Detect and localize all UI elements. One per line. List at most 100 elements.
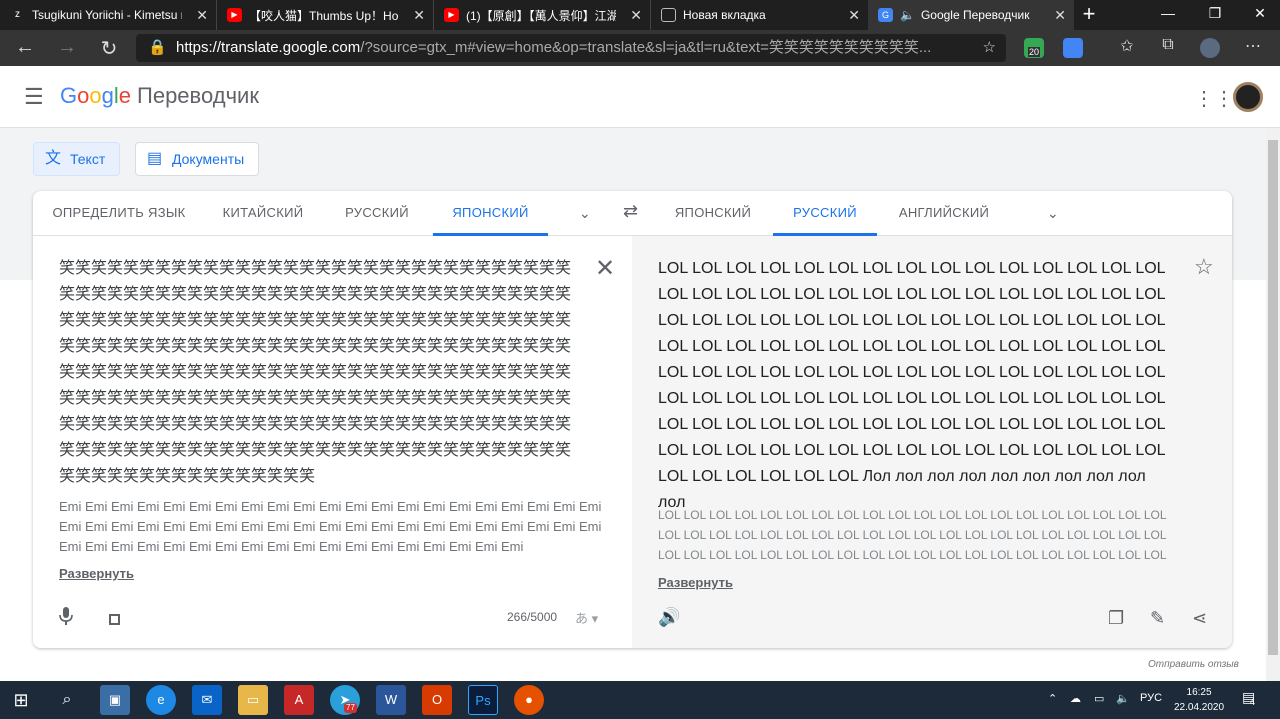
explorer-icon[interactable]: ▭ — [238, 685, 268, 715]
telegram-icon[interactable]: ➤ 77 — [330, 685, 360, 715]
clear-text-icon[interactable]: ✕ — [595, 254, 615, 283]
network-icon[interactable]: ▭ — [1094, 692, 1104, 705]
target-lang-english[interactable]: АНГЛИЙСКИЙ — [887, 191, 1001, 236]
favorites-icon[interactable]: ✩ — [1112, 36, 1142, 56]
input-language[interactable]: РУС — [1140, 692, 1162, 704]
google-logo[interactable]: Google Переводчик — [60, 83, 259, 109]
acrobat-icon[interactable]: A — [284, 685, 314, 715]
word-icon[interactable]: W — [376, 685, 406, 715]
close-icon[interactable]: ✕ — [1054, 7, 1066, 24]
translate-extension-icon[interactable] — [1063, 38, 1083, 58]
translate-header: ☰ Google Переводчик ⋮⋮⋮ — [0, 66, 1280, 128]
store-icon[interactable]: ▣ — [100, 685, 130, 715]
documents-mode-label: Документы — [172, 151, 245, 167]
microphone-icon[interactable] — [59, 607, 73, 625]
close-icon[interactable]: ✕ — [413, 7, 425, 24]
product-name: Переводчик — [137, 83, 259, 108]
target-pane: LOL LOL LOL LOL LOL LOL LOL LOL LOL LOL … — [632, 236, 1232, 648]
translation-output: LOL LOL LOL LOL LOL LOL LOL LOL LOL LOL … — [658, 260, 1165, 511]
send-feedback-link[interactable]: Отправить отзыв — [1148, 659, 1239, 670]
browser-tab[interactable]: ▶ 【咬人猫】Thumbs Up！HouseV ✕ — [217, 0, 434, 30]
chevron-down-icon[interactable]: ⌄ — [579, 205, 591, 222]
text-mode-button[interactable]: 文 Текст — [33, 142, 121, 176]
source-lang-japanese[interactable]: ЯПОНСКИЙ — [433, 191, 548, 236]
star-icon[interactable]: ☆ — [1194, 254, 1214, 280]
clock[interactable]: 16:25 22.04.2020 — [1174, 685, 1224, 715]
favorite-star-icon[interactable]: ☆ — [983, 34, 996, 62]
target-lang-russian[interactable]: РУССКИЙ — [773, 191, 877, 236]
close-window-button[interactable]: ✕ — [1240, 0, 1280, 30]
logo-letter: G — [60, 83, 78, 108]
extension-badge: 20 — [1028, 47, 1041, 57]
url-host: https://translate.google.com — [176, 39, 361, 56]
source-lang-russian[interactable]: РУССКИЙ — [321, 191, 433, 236]
back-button[interactable]: ← — [10, 36, 40, 59]
new-tab-button[interactable]: + — [1074, 0, 1104, 30]
page-scrollbar[interactable] — [1266, 128, 1280, 681]
source-pane: 笑笑笑笑笑笑笑笑笑笑笑笑笑笑笑笑笑笑笑笑笑笑笑笑笑笑笑笑笑笑笑笑笑笑笑笑笑笑笑笑… — [33, 236, 632, 648]
source-expand-link[interactable]: Развернуть — [59, 566, 134, 581]
close-icon[interactable]: ✕ — [630, 7, 642, 24]
volume-icon[interactable]: 🔈 — [1116, 692, 1130, 705]
documents-mode-button[interactable]: ▤ Документы — [135, 142, 260, 176]
edit-icon[interactable]: ✎ — [1150, 608, 1165, 629]
target-expand-link[interactable]: Развернуть — [658, 575, 733, 590]
telegram-badge: 77 — [344, 703, 357, 713]
browser-tab[interactable]: Новая вкладка ✕ — [651, 0, 868, 30]
swap-languages-icon[interactable]: ⇄ — [623, 201, 638, 222]
browser-tab-active[interactable]: G 🔈 Google Переводчик ✕ — [868, 0, 1074, 30]
input-tools-icon[interactable]: あ ▾ — [575, 608, 598, 627]
minimize-button[interactable]: — — [1148, 0, 1188, 30]
source-lang-chinese[interactable]: КИТАЙСКИЙ — [205, 191, 321, 236]
target-lang-japanese[interactable]: ЯПОНСКИЙ — [663, 191, 763, 236]
scrollbar-thumb[interactable] — [1268, 140, 1278, 655]
edge-icon[interactable]: e — [146, 685, 176, 715]
cloud-icon[interactable]: ☁ — [1070, 692, 1081, 705]
start-icon[interactable]: ⊞ — [6, 685, 36, 715]
share-icon[interactable]: ⋖ — [1192, 608, 1207, 629]
menu-icon[interactable]: ☰ — [24, 84, 44, 110]
account-avatar[interactable] — [1233, 82, 1263, 112]
windows-taskbar: ⊞ ⌕ ▣ e ✉ ▭ A ➤ 77 W O Ps ● ⌃ ☁ ▭ 🔈 РУС … — [0, 681, 1280, 719]
notifications-icon[interactable]: ▤ 4 — [1242, 689, 1256, 707]
url-field[interactable]: 🔒 https://translate.google.com/?source=g… — [136, 34, 1006, 62]
logo-letter: g — [101, 83, 114, 108]
source-lang-detect[interactable]: ОПРЕДЕЛИТЬ ЯЗЫК — [33, 191, 205, 236]
notification-count: 4 — [1250, 697, 1256, 707]
photoshop-icon[interactable]: Ps — [468, 685, 498, 715]
url-path: /?source=gtx_m#view=home&op=translate&sl… — [360, 39, 932, 56]
profile-avatar[interactable] — [1200, 38, 1220, 58]
office-icon[interactable]: O — [422, 685, 452, 715]
copy-icon[interactable]: ❐ — [1108, 608, 1124, 629]
reload-button[interactable]: ↻ — [94, 36, 124, 61]
keyboard-icon[interactable] — [109, 614, 120, 625]
clock-time: 16:25 — [1186, 687, 1212, 698]
logo-letter: e — [118, 83, 132, 108]
more-menu-icon[interactable]: ⋯ — [1238, 36, 1268, 56]
chevron-up-icon[interactable]: ⌃ — [1048, 692, 1057, 705]
close-icon[interactable]: ✕ — [848, 7, 860, 24]
browser-tab[interactable]: ▶ (1)【原創】【萬人景仰】江湖夢 - ✕ — [434, 0, 651, 30]
extension-icon[interactable]: 20 — [1024, 38, 1044, 58]
speaker-icon[interactable]: 🔈 — [900, 8, 915, 22]
maps-icon[interactable]: ● — [514, 685, 544, 715]
close-icon[interactable]: ✕ — [196, 7, 208, 24]
maximize-button[interactable]: ❐ — [1195, 0, 1235, 30]
tab-title: (1)【原創】【萬人景仰】江湖夢 - — [466, 8, 616, 23]
language-bar: ОПРЕДЕЛИТЬ ЯЗЫК КИТАЙСКИЙ РУССКИЙ ЯПОНСК… — [33, 191, 1232, 236]
translate-icon: G — [878, 8, 893, 22]
search-icon[interactable]: ⌕ — [52, 685, 82, 715]
mail-icon[interactable]: ✉ — [192, 685, 222, 715]
collections-icon[interactable]: ⧉ — [1153, 36, 1183, 54]
chevron-down-icon[interactable]: ⌄ — [1047, 205, 1059, 222]
clock-date: 22.04.2020 — [1174, 702, 1225, 713]
speaker-icon[interactable]: 🔊 — [658, 607, 680, 628]
translate-icon: 文 — [45, 150, 62, 167]
browser-tab[interactable]: z Tsugikuni Yoriichi - Kimetsu no ✕ — [0, 0, 217, 30]
source-text-input[interactable]: 笑笑笑笑笑笑笑笑笑笑笑笑笑笑笑笑笑笑笑笑笑笑笑笑笑笑笑笑笑笑笑笑笑笑笑笑笑笑笑笑… — [59, 256, 583, 490]
logo-letter: o — [89, 83, 102, 108]
target-transliteration: LOL LOL LOL LOL LOL LOL LOL LOL LOL LOL … — [658, 508, 1167, 562]
tab-title: Tsugikuni Yoriichi - Kimetsu no — [32, 8, 182, 22]
forward-button[interactable]: → — [52, 36, 82, 59]
source-transliteration: Emi Emi Emi Emi Emi Emi Emi Emi Emi Emi … — [59, 499, 602, 554]
